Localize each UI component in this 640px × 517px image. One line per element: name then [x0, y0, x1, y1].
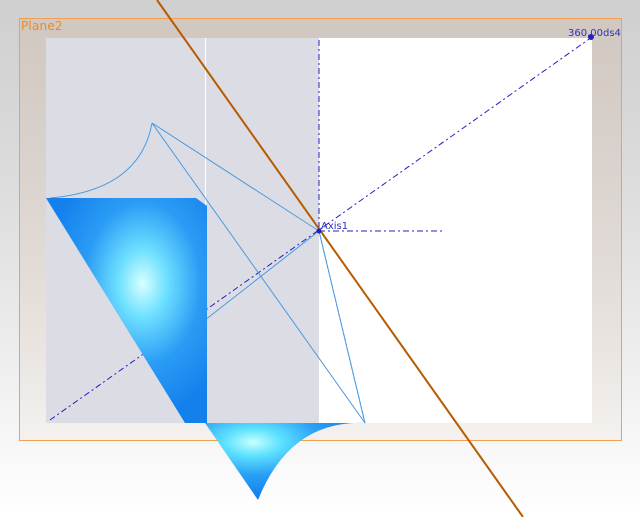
revolved-surface-lower[interactable] — [205, 422, 365, 500]
sketch-line-lower[interactable] — [204, 230, 320, 321]
revolved-surface-upper[interactable] — [46, 198, 207, 423]
sketch-arc-upper[interactable] — [49, 122, 153, 199]
sketch-geometry: 360.00ds4 Axis1 — [46, 0, 621, 517]
graphics-viewport[interactable]: Plane2 360.00ds4 Axis1 — [0, 0, 640, 517]
endpoint-label[interactable]: 360.00ds4 — [568, 28, 621, 39]
revolve-axis[interactable] — [156, 0, 524, 517]
axis-label[interactable]: Axis1 — [321, 221, 348, 232]
